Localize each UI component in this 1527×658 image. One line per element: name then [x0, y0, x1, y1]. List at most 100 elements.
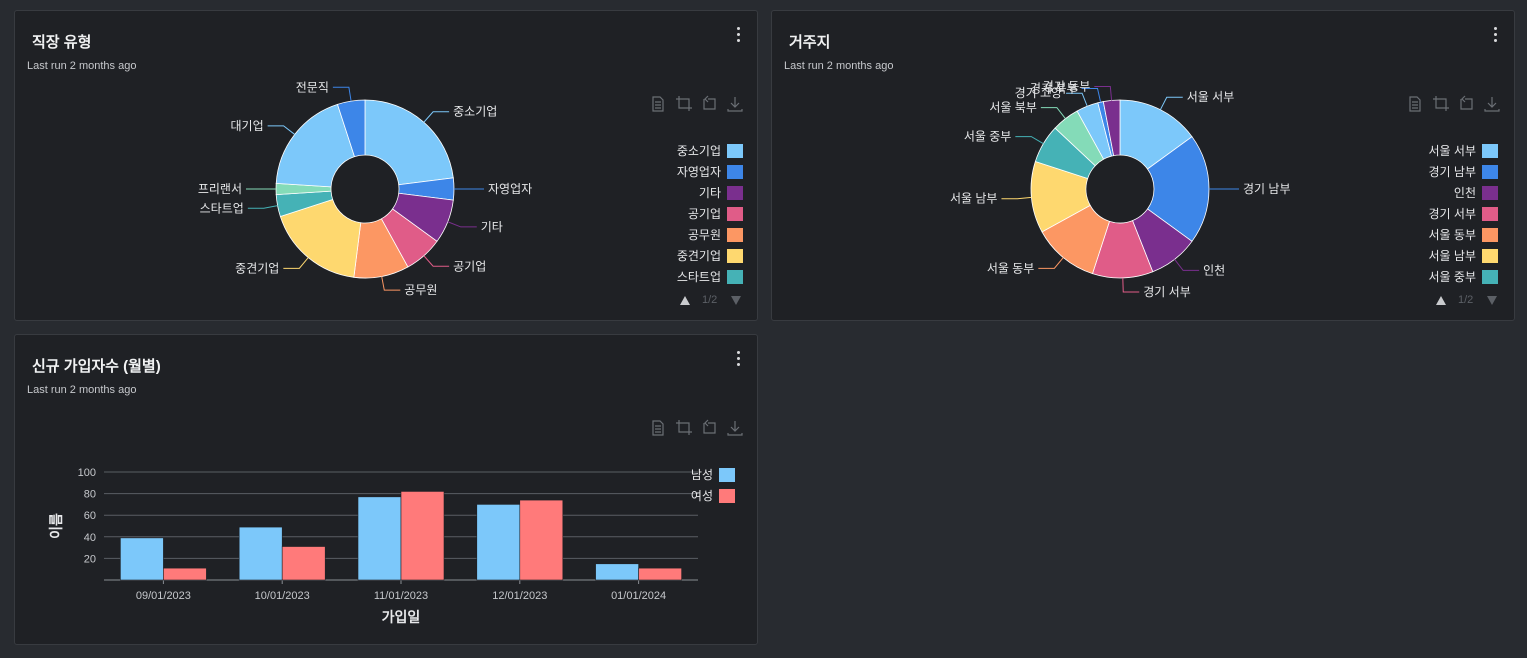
pie-leader-line-2: [1174, 259, 1200, 271]
legend-swatch-2[interactable]: [1482, 186, 1498, 200]
legend-swatch-6[interactable]: [727, 270, 743, 284]
legend-label-5[interactable]: 중견기업: [677, 249, 721, 263]
pie-leader-line-0: [423, 111, 450, 123]
pie-leader-line-3: [423, 255, 450, 267]
legend-prev-icon[interactable]: [1435, 294, 1447, 306]
legend-swatch-6[interactable]: [1482, 270, 1498, 284]
bar-0-1[interactable]: [238, 526, 283, 581]
pie-label-5: 중견기업: [235, 261, 279, 275]
legend-swatch-4[interactable]: [1482, 228, 1498, 242]
pie-label-3: 경기 서부: [1143, 285, 1191, 299]
pie-leader-line-5: [283, 257, 309, 269]
legend-swatch-3[interactable]: [1482, 207, 1498, 221]
pie-chart-residence: 서울 서부경기 남부인천경기 서부서울 동부서울 남부서울 중부서울 북부경기 …: [950, 79, 1498, 299]
pie-label-6: 스타트업: [200, 201, 244, 215]
pie-label-10: 경기 동부: [1043, 79, 1091, 93]
bar-chart-signups: 20 40 60 80 100 09/01/2023 10/01/2023 11/01/202…: [48, 467, 735, 625]
pie-leader-line-9: [332, 86, 352, 102]
legend-label-5[interactable]: 서울 남부: [1429, 249, 1477, 263]
pie-leader-line-3: [1122, 277, 1140, 293]
legend-label-0[interactable]: 중소기업: [677, 144, 721, 158]
legend-label-1[interactable]: 여성: [691, 489, 713, 503]
legend-label-3[interactable]: 경기 서부: [1429, 207, 1477, 221]
legend-label-6[interactable]: 서울 중부: [1429, 270, 1477, 284]
pie-label-2: 인천: [1203, 262, 1225, 277]
legend-label-6[interactable]: 스타트업: [677, 270, 721, 284]
x-tick-label-1: 10/01/2023: [255, 590, 310, 602]
legend-label-2[interactable]: 인천: [1454, 185, 1476, 200]
legend-label-3[interactable]: 공기업: [688, 207, 721, 221]
legend-swatch-5[interactable]: [1482, 249, 1498, 263]
y-tick-label-4: 100: [78, 467, 96, 479]
y-tick-label-2: 60: [84, 510, 96, 522]
legend-label-2[interactable]: 기타: [699, 186, 721, 200]
pie-leader-line-6: [247, 205, 278, 209]
legend-swatch-1[interactable]: [1482, 165, 1498, 179]
legend-swatch-1[interactable]: [719, 489, 735, 503]
legend-prev-icon[interactable]: [679, 294, 691, 306]
pie-label-7: 프리랜서: [198, 182, 242, 196]
panel-new-signups: 신규 가입자수 (월별) Last run 2 months ago 20 40 6…: [14, 334, 758, 645]
bar-1-0[interactable]: [163, 567, 207, 581]
pie-slice-0[interactable]: [364, 99, 454, 186]
bar-0-3[interactable]: [476, 504, 521, 581]
pie-leader-line-6: [1015, 136, 1044, 145]
y-tick-label-0: 20: [84, 553, 96, 565]
pie-label-9: 전문직: [296, 80, 329, 94]
pie-label-7: 서울 북부: [989, 101, 1037, 115]
legend-next-icon[interactable]: [730, 294, 742, 306]
panel-work-type: 직장 유형 Last run 2 months ago 중소기업 자영업자 기타 공기…: [14, 10, 758, 321]
pie-chart-work-type: 중소기업자영업자기타공기업공무원중견기업스타트업프리랜서대기업전문직중소기업자영…: [198, 80, 743, 297]
y-tick-label-1: 40: [84, 532, 96, 544]
pie-leader-line-0: [1159, 96, 1183, 110]
pie-label-2: 기타: [481, 220, 503, 234]
pie-label-8: 대기업: [230, 119, 263, 133]
legend-swatch-0[interactable]: [1482, 144, 1498, 158]
legend-label-0[interactable]: 남성: [691, 468, 713, 482]
pie-leader-line-8: [267, 125, 295, 135]
legend-swatch-4[interactable]: [727, 228, 743, 242]
legend-label-4[interactable]: 서울 동부: [1429, 228, 1477, 242]
legend-next-icon[interactable]: [1486, 294, 1498, 306]
pie-leader-line-5: [1001, 196, 1032, 200]
x-tick-label-4: 01/01/2024: [611, 590, 666, 602]
pie-leader-line-4: [1038, 257, 1064, 269]
y-tick-label-3: 80: [84, 489, 96, 501]
pie-label-4: 공무원: [404, 283, 437, 297]
legend-page-indicator: 1/2: [702, 294, 718, 306]
bar-1-1[interactable]: [281, 546, 326, 581]
legend-label-1[interactable]: 경기 남부: [1429, 165, 1477, 179]
pie-leader-line-7: [1040, 107, 1066, 119]
pie-label-3: 공기업: [453, 259, 486, 273]
legend-label-0[interactable]: 서울 서부: [1429, 144, 1477, 158]
x-axis-title: 가입일: [382, 609, 421, 625]
y-axis-title: 이름: [48, 513, 64, 539]
legend-swatch-0[interactable]: [719, 468, 735, 482]
pie-label-0: 서울 서부: [1187, 90, 1235, 104]
legend-swatch-1[interactable]: [727, 165, 743, 179]
bar-0-0[interactable]: [120, 537, 164, 581]
pie-leader-line-4: [381, 276, 401, 291]
x-tick-label-2: 11/01/2023: [374, 590, 428, 602]
legend-swatch-3[interactable]: [727, 207, 743, 221]
legend-label-4[interactable]: 공무원: [688, 228, 721, 242]
pie-label-4: 서울 동부: [987, 261, 1035, 275]
x-tick-label-0: 09/01/2023: [136, 590, 191, 602]
bar-0-4[interactable]: [595, 563, 639, 581]
bar-1-4[interactable]: [638, 567, 682, 581]
legend-swatch-5[interactable]: [727, 249, 743, 263]
legend-label-1[interactable]: 자영업자: [677, 165, 721, 179]
pie-label-1: 자영업자: [488, 182, 532, 196]
bar-1-3[interactable]: [519, 499, 564, 581]
bar-0-2[interactable]: [357, 496, 402, 581]
pie-leader-line-2: [447, 221, 477, 228]
bar-1-2[interactable]: [400, 491, 445, 581]
pie-label-6: 서울 중부: [964, 130, 1012, 144]
x-tick-label-3: 12/01/2023: [492, 590, 547, 602]
legend-page-indicator: 1/2: [1458, 294, 1474, 306]
legend-swatch-0[interactable]: [727, 144, 743, 158]
legend-swatch-2[interactable]: [727, 186, 743, 200]
pie-label-0: 중소기업: [453, 105, 497, 119]
panel-residence: 거주지 Last run 2 months ago 서울 서부 경기 남부 인천 경기…: [771, 10, 1515, 321]
pie-label-5: 서울 남부: [950, 192, 998, 206]
